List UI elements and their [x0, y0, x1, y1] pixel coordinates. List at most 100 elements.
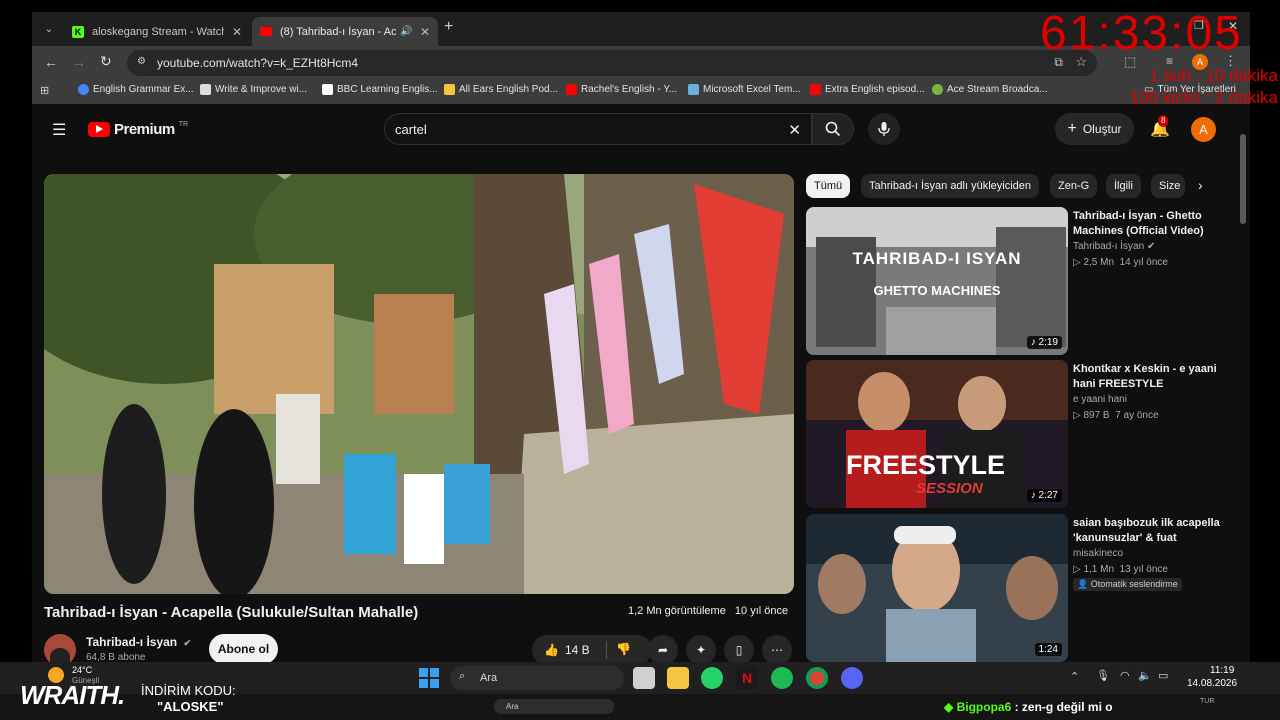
discord-icon[interactable] — [841, 667, 863, 689]
task-view-icon[interactable] — [633, 667, 655, 689]
tab-youtube[interactable]: (8) Tahribad-ı İsyan - Acape 🔊 ✕ — [252, 17, 438, 46]
recommendation-thumbnail[interactable]: FREESTYLE SESSION ♪ 2:27 — [806, 360, 1068, 508]
clock-date[interactable]: 14.08.2026 — [1187, 678, 1237, 689]
recommendation-item[interactable]: FREESTYLE SESSION ♪ 2:27 Khontkar x Kesk… — [806, 360, 1236, 508]
like-button[interactable]: 👍 14 B — [544, 643, 590, 657]
recommendation-title[interactable]: saian başıbozuk ilk acapella 'kanunsuzla… — [1073, 516, 1223, 546]
apps-icon[interactable]: ⊞ — [40, 84, 49, 97]
recommendation-channel[interactable]: misakineco — [1073, 548, 1123, 559]
close-tab-icon[interactable]: ✕ — [420, 25, 430, 39]
bookmark-item[interactable]: Ace Stream Broadca... — [932, 84, 1048, 95]
thumbs-down-icon: 👎 — [616, 642, 631, 656]
chrome-icon[interactable] — [806, 667, 828, 689]
chip-for-you[interactable]: Size — [1151, 174, 1185, 198]
thumbnail-image — [806, 207, 1068, 355]
clock-time[interactable]: 11:19 — [1210, 665, 1234, 676]
whatsapp-icon[interactable] — [701, 667, 723, 689]
ask-ai-button[interactable]: ✦ — [686, 635, 716, 662]
stream-frame: ⌄ K aloskegang Stream - Watch Liv ✕ (8) … — [0, 0, 1280, 720]
bookmark-item[interactable]: Extra English episod... — [810, 84, 925, 95]
bookmark-favicon-icon — [200, 84, 211, 95]
duration-badge: ♪ 2:19 — [1026, 336, 1062, 349]
auto-dubbed-badge: 👤 Otomatik seslendirme — [1073, 578, 1182, 591]
sub-rule-text: 1 sub : 10 dakika — [1149, 66, 1278, 85]
audio-playing-icon[interactable]: 🔊 — [400, 26, 412, 37]
recommendation-title[interactable]: Tahribad-ı İsyan - Ghetto Machines (Offi… — [1073, 209, 1223, 239]
netflix-icon[interactable]: N — [736, 667, 758, 689]
weather-temp[interactable]: 24°C — [72, 665, 92, 675]
recommendation-thumbnail[interactable]: 1:24 — [806, 514, 1068, 662]
clear-search-icon[interactable]: ✕ — [788, 121, 801, 139]
thumbs-up-icon: 👍 — [544, 643, 559, 657]
forward-icon[interactable]: → — [72, 54, 86, 70]
promo-code-value: "ALOSKE" — [157, 699, 224, 714]
tab-kick[interactable]: K aloskegang Stream - Watch Liv ✕ — [64, 17, 250, 46]
share-button[interactable]: ➦ — [648, 635, 678, 662]
search-icon — [825, 121, 841, 137]
dislike-button[interactable]: 👎 — [616, 642, 631, 656]
bookmark-item[interactable]: English Grammar Ex... — [78, 84, 194, 95]
chip-related[interactable]: İlgili — [1106, 174, 1141, 198]
battery-icon[interactable]: ▭ — [1158, 669, 1168, 682]
site-info-icon[interactable]: ⚙ — [137, 56, 146, 67]
sparkle-icon: ✦ — [695, 643, 707, 657]
youtube-logo[interactable]: Premium TR — [88, 121, 188, 138]
new-tab-button[interactable]: + — [444, 18, 453, 36]
chips-next-icon[interactable]: › — [1198, 177, 1203, 193]
upload-age: 10 yıl önce — [734, 605, 789, 617]
volume-icon[interactable]: 🔈 — [1138, 669, 1152, 682]
channel-name[interactable]: Tahribad-ı İsyan ✔ — [86, 635, 191, 649]
recommendation-channel[interactable]: Tahribad-ı İsyan ✔ — [1073, 241, 1155, 252]
bookmark-item[interactable]: Write & Improve wi... — [200, 84, 307, 95]
bookmark-item[interactable]: All Ears English Pod... — [444, 84, 558, 95]
youtube-favicon-icon — [260, 27, 272, 36]
video-player[interactable] — [44, 174, 794, 594]
address-bar[interactable]: ⚙ youtube.com/watch?v=k_EZHt8Hcm4 ⧉ ☆ — [127, 50, 1097, 76]
spotify-icon[interactable] — [771, 667, 793, 689]
taskbar-search[interactable]: ⌕ Ara — [450, 666, 624, 690]
chip-zen-g[interactable]: Zen-G — [1050, 174, 1098, 198]
bookmark-icon: ▯ — [735, 643, 743, 657]
share-icon: ➦ — [657, 643, 669, 657]
chat-badge-icon: ◆ — [944, 700, 954, 714]
file-explorer-icon[interactable] — [667, 667, 689, 689]
hamburger-menu-icon[interactable]: ☰ — [52, 120, 66, 140]
tab-search-icon[interactable]: ⌄ — [40, 20, 58, 38]
microphone-icon[interactable]: 🎙 — [1096, 669, 1110, 682]
save-button[interactable]: ▯ — [724, 635, 754, 662]
search-icon: ⌕ — [459, 670, 466, 682]
search-button[interactable] — [812, 113, 854, 145]
subscribe-button[interactable]: Abone ol — [209, 634, 278, 662]
search-input[interactable]: cartel ✕ — [384, 113, 812, 145]
account-avatar[interactable]: A — [1191, 117, 1216, 142]
recommendation-title[interactable]: Khontkar x Keskin - e yaani hani FREESTY… — [1073, 362, 1223, 392]
chip-all[interactable]: Tümü — [806, 174, 851, 198]
tray-chevron-icon[interactable]: ⌃ — [1070, 670, 1079, 683]
create-button[interactable]: + Oluştur — [1055, 113, 1134, 145]
bookmark-favicon-icon — [444, 84, 455, 95]
chip-uploader[interactable]: Tahribad-ı İsyan adlı yükleyiciden — [861, 174, 1040, 198]
recommendation-stats: ▷ 1,1 Mn 13 yıl önce — [1073, 564, 1168, 575]
recommendation-channel[interactable]: e yaani hani — [1073, 394, 1127, 405]
voice-search-button[interactable] — [868, 113, 900, 145]
video-title: Tahribad-ı İsyan - Acapella (Sulukule/Su… — [44, 604, 419, 621]
youtube-page: ☰ Premium TR cartel ✕ + Oluştur 🔔 8 A Ta… — [32, 104, 1250, 662]
recommendation-thumbnail[interactable]: TAHRIBAD-I ISYAN GHETTO MACHINES ♪ 2:19 — [806, 207, 1068, 355]
page-scrollbar[interactable] — [1240, 134, 1246, 224]
person-voice-icon: 👤 — [1077, 579, 1089, 589]
bookmark-favicon-icon — [566, 84, 577, 95]
more-actions-button[interactable]: ⋯ — [762, 635, 792, 662]
url-text: youtube.com/watch?v=k_EZHt8Hcm4 — [157, 56, 359, 70]
back-icon[interactable]: ← — [44, 54, 58, 70]
bookmark-item[interactable]: Rachel's English - Y... — [566, 84, 677, 95]
chat-message: ◆ Bigpopa6 : zen-g değil mi o — [944, 700, 1113, 714]
recommendation-item[interactable]: TAHRIBAD-I ISYAN GHETTO MACHINES ♪ 2:19 … — [806, 207, 1236, 355]
recommendation-item[interactable]: 1:24 saian başıbozuk ilk acapella 'kanun… — [806, 514, 1236, 662]
wifi-icon[interactable]: ◠ — [1120, 669, 1130, 682]
windows-start-icon[interactable] — [419, 668, 439, 688]
reload-icon[interactable]: ↻ — [100, 53, 112, 70]
channel-avatar[interactable] — [44, 634, 76, 662]
bookmark-item[interactable]: BBC Learning Englis... — [322, 84, 438, 95]
bookmark-item[interactable]: Microsoft Excel Tem... — [688, 84, 801, 95]
close-tab-icon[interactable]: ✕ — [232, 25, 242, 39]
